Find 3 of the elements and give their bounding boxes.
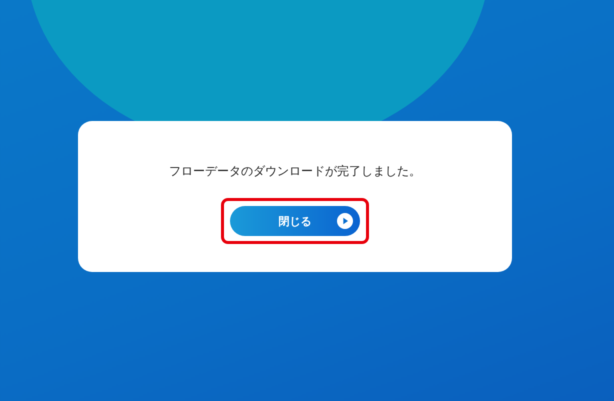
play-icon	[337, 213, 353, 229]
close-button[interactable]: 閉じる	[230, 206, 360, 236]
dialog-message: フローデータのダウンロードが完了しました。	[169, 163, 421, 180]
